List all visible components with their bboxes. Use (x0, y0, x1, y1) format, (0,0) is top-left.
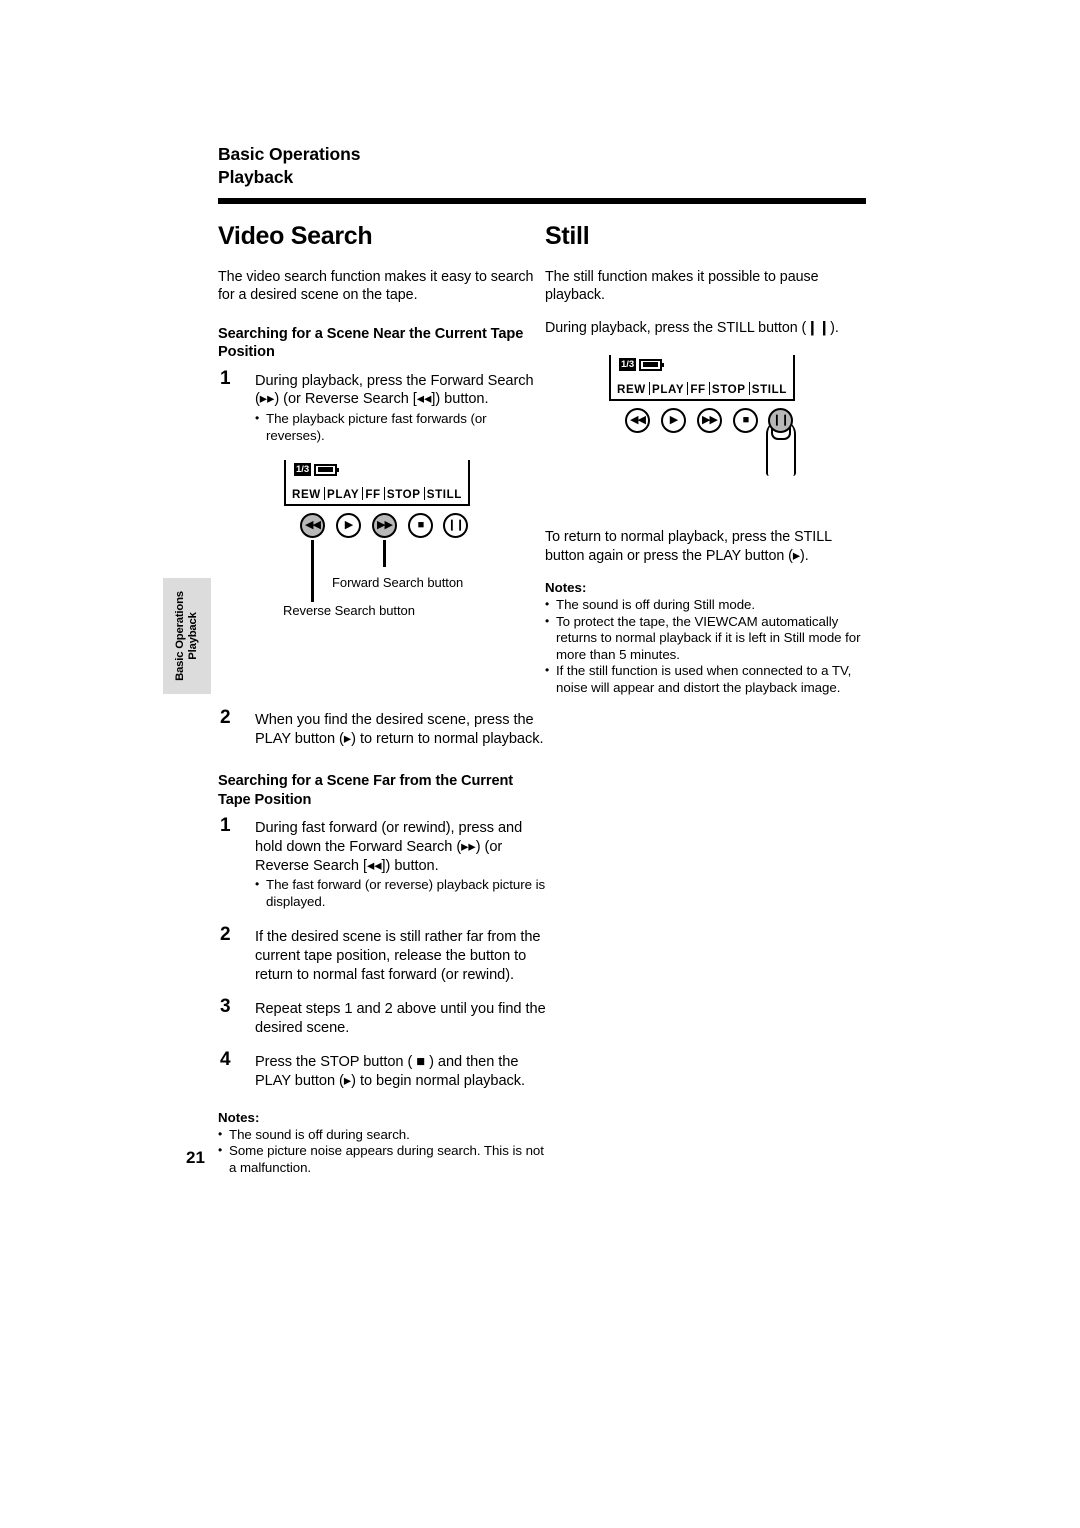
step-text: During fast forward (or rewind), press a… (255, 820, 523, 874)
step-number: 2 (220, 924, 231, 946)
fast-forward-icon: ▶▶ (377, 519, 393, 532)
leader-line-reverse (311, 540, 314, 603)
rewind-button[interactable]: ◀◀ (300, 513, 325, 539)
step-far-3: 3 Repeat steps 1 and 2 above until you f… (218, 996, 548, 1037)
vcr-button-labels: REW PLAY FF STOP STILL (286, 487, 468, 501)
fast-forward-icon: ▶▶ (702, 414, 718, 427)
header-line-1: Basic Operations (218, 144, 361, 164)
step-number: 3 (220, 996, 231, 1018)
label-play: PLAY (651, 383, 685, 397)
step-number: 2 (220, 707, 231, 729)
note-item: The sound is off during Still mode. (545, 596, 867, 614)
stop-button[interactable]: ■ (733, 408, 758, 434)
play-icon: ▶ (669, 414, 679, 427)
vcr-panel-diagram-left: 1/3 REW PLAY FF STOP STILL ◀◀ ▶ ▶▶ ■ ❙❙ … (283, 460, 470, 618)
step-number: 1 (220, 367, 231, 389)
step-number: 4 (220, 1049, 231, 1071)
side-tab-text: Basic Operations Playback (163, 578, 211, 694)
step-text: During playback, press the Forward Searc… (255, 372, 534, 408)
fast-forward-button[interactable]: ▶▶ (697, 408, 722, 434)
battery-icon (639, 358, 665, 371)
step-far-1: 1 During fast forward (or rewind), press… (218, 815, 548, 910)
rewind-icon: ◀◀ (630, 414, 646, 427)
vcr-button-labels: REW PLAY FF STOP STILL (611, 382, 793, 396)
subsection-title-far-position: Searching for a Scene Far from the Curre… (218, 773, 514, 808)
section-title-still: Still (545, 222, 590, 250)
fast-forward-button[interactable]: ▶▶ (372, 513, 397, 539)
callout-reverse-search: Reverse Search button (283, 603, 415, 619)
rewind-button[interactable]: ◀◀ (625, 408, 650, 434)
video-search-intro: The video search function makes it easy … (218, 269, 534, 304)
section-title-video-search: Video Search (218, 222, 373, 250)
step-near-1: 1 During playback, press the Forward Sea… (218, 367, 548, 444)
vcr-display-panel: 1/3 REW PLAY FF STOP STILL (284, 460, 470, 507)
step-bullet: The playback picture fast forwards (or r… (255, 410, 548, 444)
label-rew: REW (292, 488, 321, 502)
step-number: 1 (220, 815, 231, 837)
callout-forward-search: Forward Search button (332, 575, 464, 591)
label-still: STILL (426, 488, 462, 502)
stop-button[interactable]: ■ (408, 513, 433, 539)
still-instruction: During playback, press the STILL button … (545, 319, 839, 336)
step-far-2: 2 If the desired scene is still rather f… (218, 924, 548, 984)
step-bullets: The playback picture fast forwards (or r… (255, 410, 548, 444)
still-return-text: To return to normal playback, press the … (545, 529, 832, 564)
stop-icon: ■ (742, 414, 750, 427)
step-text: Press the STOP button ( ■ ) and then the… (255, 1054, 526, 1089)
step-far-4: 4 Press the STOP button ( ■ ) and then t… (218, 1049, 548, 1090)
vcr-status-indicators: 1/3 (294, 463, 340, 477)
step-bullets: The fast forward (or reverse) playback p… (255, 876, 548, 910)
header-divider (218, 198, 866, 204)
still-intro: The still function makes it possible to … (545, 269, 819, 304)
vcr-button-row: ◀◀ ▶ ▶▶ ■ ❙❙ (609, 408, 796, 477)
note-item: If the still function is used when conne… (545, 662, 867, 696)
page-header: Basic Operations Playback (218, 143, 868, 189)
manual-page: Basic Operations Playback Basic Operatio… (0, 0, 1080, 1528)
tape-fraction-indicator: 1/3 (619, 358, 637, 372)
notes-title: Notes: (545, 580, 587, 596)
note-item: The sound is off during search. (218, 1126, 548, 1144)
label-stop: STOP (386, 488, 421, 502)
play-button[interactable]: ▶ (661, 408, 686, 434)
vcr-status-indicators: 1/3 (619, 358, 665, 372)
side-tab-line-1: Basic Operations (173, 591, 186, 681)
vcr-button-row: ◀◀ ▶ ▶▶ ■ ❙❙ (284, 513, 470, 603)
note-item: To protect the tape, the VIEWCAM automat… (545, 613, 867, 664)
step-text: Repeat steps 1 and 2 above until you fin… (255, 1001, 546, 1036)
side-tab-line-2: Playback (187, 612, 199, 660)
left-column: Video Search The video search function m… (218, 222, 548, 1176)
pause-icon: ❙❙ (772, 414, 789, 427)
vcr-panel-diagram-right: 1/3 REW PLAY FF STOP STILL ◀◀ ▶ ▶▶ ■ ❙❙ (609, 355, 796, 477)
subsection-title-near-position: Searching for a Scene Near the Current T… (218, 325, 524, 361)
battery-icon (314, 463, 340, 476)
label-ff: FF (365, 488, 381, 502)
play-icon: ▶ (344, 519, 354, 532)
tape-fraction-indicator: 1/3 (294, 463, 312, 477)
stop-icon: ■ (417, 519, 425, 532)
label-play: PLAY (326, 488, 360, 502)
notes-block-left: Notes: The sound is off during search. S… (218, 1109, 548, 1177)
step-text: If the desired scene is still rather far… (255, 929, 541, 983)
notes-block-right: Notes: The sound is off during Still mod… (545, 579, 867, 697)
step-bullet: The fast forward (or reverse) playback p… (255, 876, 548, 910)
notes-title: Notes: (218, 1109, 260, 1125)
pause-icon: ❙❙ (447, 519, 464, 532)
header-line-2: Playback (218, 167, 294, 187)
vcr-display-panel: 1/3 REW PLAY FF STOP STILL (609, 355, 795, 402)
label-stop: STOP (711, 383, 746, 397)
label-rew: REW (617, 383, 646, 397)
rewind-icon: ◀◀ (305, 519, 321, 532)
right-column: Still The still function makes it possib… (545, 222, 867, 697)
step-text: When you find the desired scene, press t… (255, 712, 544, 747)
label-ff: FF (690, 383, 706, 397)
leader-line-forward (383, 540, 386, 568)
step-near-2: 2 When you find the desired scene, press… (218, 707, 548, 748)
side-tab: Basic Operations Playback (163, 578, 211, 694)
label-still: STILL (751, 383, 787, 397)
play-button[interactable]: ▶ (336, 513, 361, 539)
page-number: 21 (186, 1148, 205, 1167)
note-item: Some picture noise appears during search… (218, 1142, 548, 1176)
still-button[interactable]: ❙❙ (443, 513, 468, 539)
